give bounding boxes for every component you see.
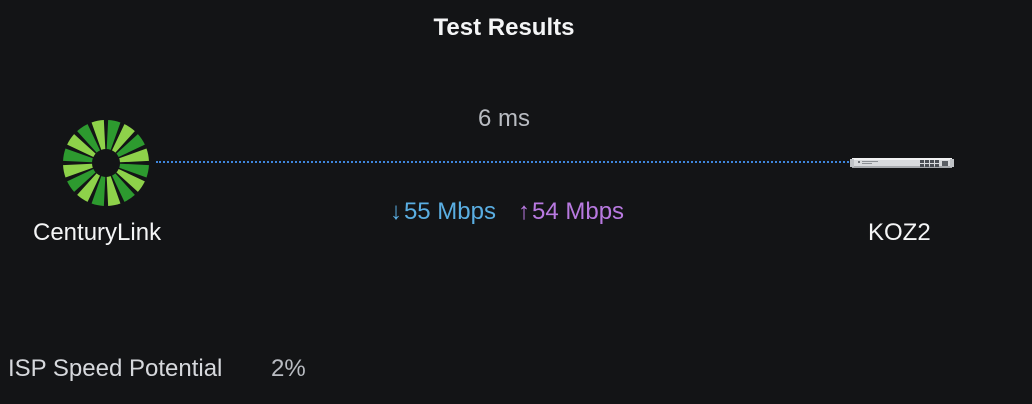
page-title: Test Results — [433, 14, 575, 41]
download-arrow-icon: ↓ — [389, 198, 402, 225]
network-switch-icon — [850, 158, 954, 168]
download-speed: ↓55 Mbps — [390, 198, 496, 225]
isp-speed-potential-value: 2% — [271, 355, 306, 382]
device-name: KOZ2 — [868, 219, 931, 246]
latency-value: 6 ms — [477, 105, 530, 132]
isp-speed-potential-label: ISP Speed Potential — [8, 355, 223, 382]
centurylink-logo-icon — [63, 120, 149, 206]
download-speed-value: 55 Mbps — [403, 198, 496, 225]
upload-speed-value: 54 Mbps — [532, 198, 625, 225]
upload-arrow-icon: ↑ — [518, 198, 530, 225]
connection-line — [156, 161, 849, 163]
isp-name: CenturyLink — [33, 219, 162, 246]
upload-speed: ↑54 Mbps — [518, 198, 624, 225]
